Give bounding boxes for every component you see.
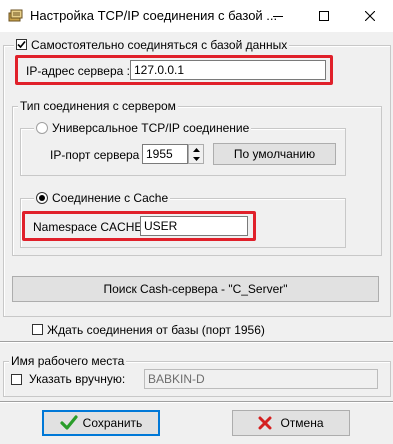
port-input[interactable]: 1955 <box>142 144 188 164</box>
title-bar[interactable]: Настройка TCP/IP соединения с базой ... <box>0 0 393 32</box>
maximize-button[interactable] <box>301 0 347 32</box>
wait-connection-checkbox[interactable] <box>32 324 43 335</box>
arrow-down-icon <box>192 156 200 161</box>
arrow-up-icon <box>192 147 200 152</box>
close-icon <box>365 11 375 21</box>
checkmark-icon <box>60 415 78 430</box>
search-server-button[interactable]: Поиск Cash-сервера - "C_Server" <box>12 276 379 302</box>
namespace-input[interactable]: USER <box>140 216 248 236</box>
manual-name-label[interactable]: Указать вручную: <box>29 372 125 386</box>
connect-self-checkbox[interactable] <box>16 39 27 50</box>
cache-radio[interactable] <box>36 192 48 204</box>
maximize-icon <box>319 11 329 21</box>
ip-label: IP-адрес сервера : <box>26 64 130 78</box>
cache-header[interactable]: Соединение с Cache <box>34 191 171 205</box>
manual-name-checkbox[interactable] <box>11 374 22 385</box>
checkmark-icon <box>17 40 26 49</box>
save-button[interactable]: Сохранить <box>42 410 160 436</box>
app-icon <box>8 9 23 22</box>
spin-up-arrow[interactable] <box>189 145 203 154</box>
workstation-name-input[interactable]: BABKIN-D <box>144 369 378 389</box>
settings-dialog: Настройка TCP/IP соединения с базой ... … <box>0 0 393 444</box>
close-button[interactable] <box>347 0 393 32</box>
universal-radio[interactable] <box>36 122 48 134</box>
cancel-x-icon <box>258 416 272 430</box>
cancel-button[interactable]: Отмена <box>232 410 350 436</box>
minimize-button[interactable] <box>255 0 301 32</box>
ip-address-input[interactable]: 127.0.0.1 <box>130 60 326 80</box>
cancel-label: Отмена <box>280 416 324 430</box>
connection-type-title: Тип соединения с сервером <box>18 99 178 113</box>
wait-connection-label[interactable]: Ждать соединения от базы (порт 1956) <box>47 323 265 337</box>
minimize-icon <box>273 16 283 17</box>
window-title: Настройка TCP/IP соединения с базой ... <box>30 8 278 23</box>
connect-self-label: Самостоятельно соединяться с базой данны… <box>31 38 288 52</box>
save-label: Сохранить <box>82 416 143 430</box>
universal-header[interactable]: Универсальное TCP/IP соединение <box>34 121 252 135</box>
radio-selected-dot <box>39 195 45 201</box>
connect-self-header[interactable]: Самостоятельно соединяться с базой данны… <box>14 38 290 52</box>
namespace-label: Namespace CACHE : <box>33 220 150 234</box>
cache-label: Соединение с Cache <box>52 191 169 205</box>
port-spinner[interactable] <box>188 144 204 164</box>
universal-label: Универсальное TCP/IP соединение <box>52 121 250 135</box>
workstation-title: Имя рабочего места <box>9 354 127 368</box>
footer-separator <box>0 401 393 403</box>
separator <box>0 341 393 343</box>
spin-down-arrow[interactable] <box>189 154 203 163</box>
port-label: IP-порт сервера : <box>50 148 147 162</box>
default-port-button[interactable]: По умолчанию <box>213 143 336 165</box>
